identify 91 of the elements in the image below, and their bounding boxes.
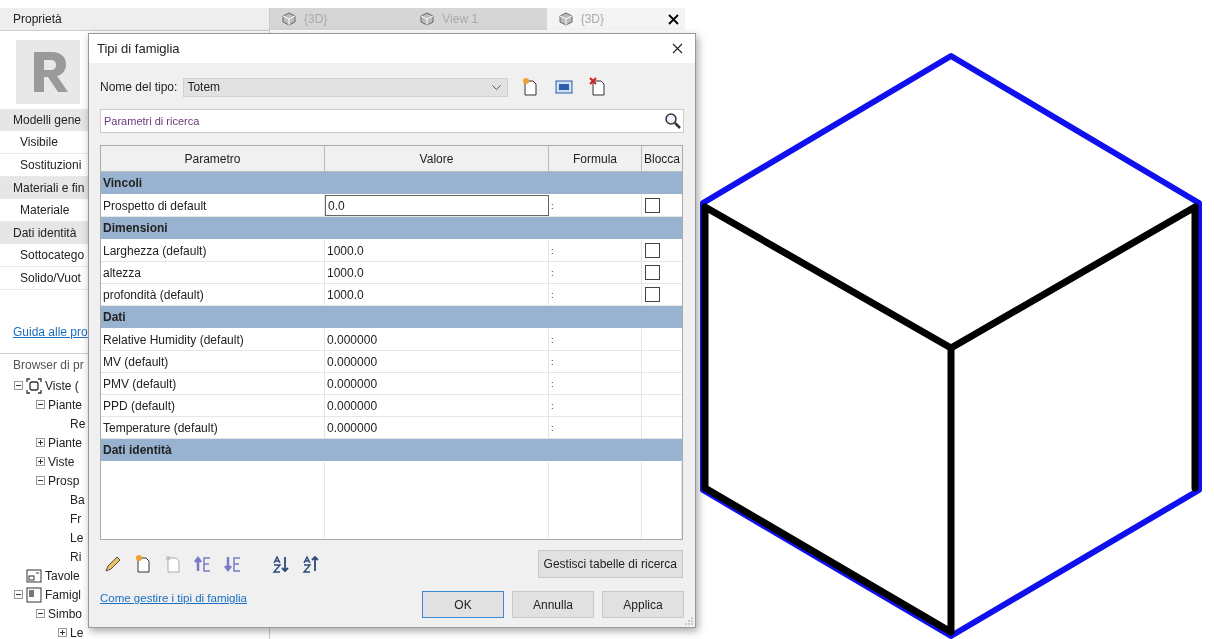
search-icon[interactable] xyxy=(664,112,682,130)
column-header: Blocca xyxy=(643,150,681,168)
pencil-icon[interactable] xyxy=(103,554,123,574)
parameter-cell: Prospetto di default xyxy=(101,195,325,216)
type-dropdown[interactable]: Totem xyxy=(183,77,509,97)
parameter-cell: Larghezza (default) xyxy=(101,240,325,261)
value-input[interactable]: 0.0 xyxy=(325,195,549,216)
tree-item[interactable]: Simbo xyxy=(48,606,82,621)
group-header[interactable]: Vincoli xyxy=(101,172,682,195)
collapse-toggle[interactable] xyxy=(36,476,45,485)
views-icon xyxy=(26,377,42,394)
formula-cell: : xyxy=(549,373,642,394)
formula-cell: : xyxy=(549,195,642,216)
group-header[interactable]: Dimensioni xyxy=(101,217,682,240)
formula-cell: : xyxy=(549,240,642,261)
tree-item[interactable]: Piante xyxy=(48,397,83,412)
tree-item[interactable]: Le xyxy=(70,625,84,639)
tree-item[interactable]: Viste ( xyxy=(45,378,79,393)
tree-item[interactable]: Fr xyxy=(70,511,82,526)
collapse-toggle[interactable] xyxy=(14,381,23,390)
column-header: Valore xyxy=(325,146,549,171)
tree-item[interactable]: Viste xyxy=(48,454,75,469)
family-icon xyxy=(26,586,42,603)
move-up-icon[interactable] xyxy=(193,554,213,574)
tree-item[interactable]: Prosp xyxy=(48,473,80,488)
lock-checkbox[interactable] xyxy=(645,265,660,280)
move-down-icon[interactable] xyxy=(223,554,243,574)
parameter-cell: PPD (default) xyxy=(101,395,325,416)
dialog-button[interactable]: OK xyxy=(422,591,504,618)
formula-cell: : xyxy=(549,284,642,305)
collapse-toggle[interactable] xyxy=(14,590,23,599)
search-field[interactable]: Parametri di ricerca xyxy=(100,109,684,133)
formula-cell: : xyxy=(549,417,642,438)
rename-icon[interactable] xyxy=(554,77,575,97)
collapse-toggle[interactable] xyxy=(36,609,45,618)
parameter-cell: MV (default) xyxy=(101,351,325,372)
value-cell: 0.000000 xyxy=(325,373,549,394)
lock-checkbox[interactable] xyxy=(645,198,660,213)
expand-toggle[interactable] xyxy=(36,457,45,466)
sort-descending-icon[interactable] xyxy=(301,554,321,574)
tree-item[interactable]: Famigl xyxy=(45,587,81,602)
app-logo-icon xyxy=(16,40,80,104)
value-cell: 1000.0 xyxy=(325,284,549,305)
value-cell: 0.000000 xyxy=(325,351,549,372)
formula-cell: : xyxy=(549,395,642,416)
caret-icon xyxy=(492,84,502,90)
dialog-button[interactable]: Applica xyxy=(602,591,684,618)
panel-title: Proprietà xyxy=(0,8,269,31)
column-header: Formula xyxy=(549,146,642,171)
formula-cell: : xyxy=(549,351,642,372)
cube-icon xyxy=(558,12,573,26)
parameter-cell: altezza xyxy=(101,262,325,283)
parameter-cell: Temperature (default) xyxy=(101,417,325,438)
value-cell: 0.000000 xyxy=(325,395,549,416)
cube-icon xyxy=(420,12,435,26)
group-header[interactable]: Dati xyxy=(101,306,682,329)
close-icon[interactable] xyxy=(672,43,683,54)
lock-checkbox[interactable] xyxy=(645,287,660,302)
lock-checkbox[interactable] xyxy=(645,243,660,258)
dialog-title: Tipi di famiglia xyxy=(97,41,180,56)
help-link[interactable]: Come gestire i tipi di famiglia xyxy=(100,592,247,604)
help-link[interactable]: Guida alle pro xyxy=(0,325,88,339)
group-header[interactable]: Dati identità xyxy=(101,439,682,462)
cube-icon xyxy=(282,12,296,26)
tree-item[interactable]: Ba xyxy=(70,492,85,507)
formula-cell: : xyxy=(549,329,642,350)
type-label: Nome del tipo: xyxy=(100,80,178,94)
parameter-cell: Relative Humidity (default) xyxy=(101,329,325,350)
value-cell: 1000.0 xyxy=(325,262,549,283)
resize-grip-icon[interactable] xyxy=(685,617,693,625)
column-header: Parametro xyxy=(101,146,325,171)
parameter-cell: profondità (default) xyxy=(101,284,325,305)
tree-item[interactable]: Ri xyxy=(70,549,82,564)
tree-item[interactable]: Le xyxy=(70,530,84,545)
tree-item[interactable]: Tavole xyxy=(45,568,80,583)
tree-item[interactable]: Re xyxy=(70,416,86,431)
value-cell: 1000.0 xyxy=(325,240,549,261)
value-cell: 0.000000 xyxy=(325,329,549,350)
sort-ascending-icon[interactable] xyxy=(271,554,291,574)
expand-toggle[interactable] xyxy=(58,628,67,637)
manage-lookup-tables-button[interactable]: Gestisci tabelle di ricerca xyxy=(537,550,683,578)
collapse-toggle[interactable] xyxy=(36,400,45,409)
new-document-icon[interactable] xyxy=(133,554,153,574)
expand-toggle[interactable] xyxy=(36,438,45,447)
dialog-button[interactable]: Annulla xyxy=(512,591,594,618)
tree-item[interactable]: Piante xyxy=(48,435,83,450)
value-cell: 0.000000 xyxy=(325,417,549,438)
sheet-icon xyxy=(26,567,42,584)
formula-cell: : xyxy=(549,262,642,283)
parameter-cell: PMV (default) xyxy=(101,373,325,394)
close-icon[interactable] xyxy=(668,13,679,25)
